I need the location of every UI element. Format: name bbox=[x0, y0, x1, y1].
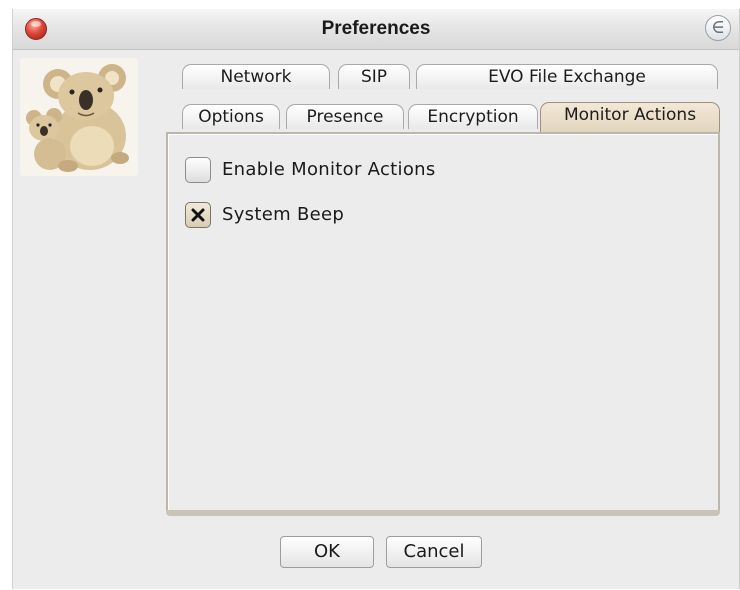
panel-bottom-edge bbox=[166, 510, 720, 516]
cancel-button[interactable]: Cancel bbox=[386, 536, 482, 568]
koala-logo-icon bbox=[20, 58, 138, 176]
system-beep-label[interactable]: System Beep bbox=[222, 204, 344, 225]
system-beep-checkbox[interactable] bbox=[185, 202, 211, 228]
tab-presence[interactable]: Presence bbox=[286, 104, 404, 129]
tab-monitor-actions[interactable]: Monitor Actions bbox=[540, 102, 720, 132]
e-icon[interactable]: ∈ bbox=[705, 15, 731, 41]
ok-button[interactable]: OK bbox=[280, 536, 374, 568]
checkmark-x-icon bbox=[191, 208, 205, 222]
enable-monitor-actions-label[interactable]: Enable Monitor Actions bbox=[222, 159, 436, 180]
tab-encryption[interactable]: Encryption bbox=[408, 104, 538, 129]
tab-sip[interactable]: SIP bbox=[338, 64, 410, 89]
window-title: Preferences bbox=[321, 18, 431, 39]
enable-monitor-actions-checkbox[interactable] bbox=[185, 157, 211, 183]
title-bar[interactable]: Preferences ∈ bbox=[13, 9, 739, 50]
tab-options[interactable]: Options bbox=[182, 104, 280, 129]
tab-evo-file-exchange[interactable]: EVO File Exchange bbox=[416, 64, 718, 89]
monitor-actions-panel: Enable Monitor Actions System Beep bbox=[166, 132, 720, 512]
tab-network[interactable]: Network bbox=[182, 64, 330, 89]
